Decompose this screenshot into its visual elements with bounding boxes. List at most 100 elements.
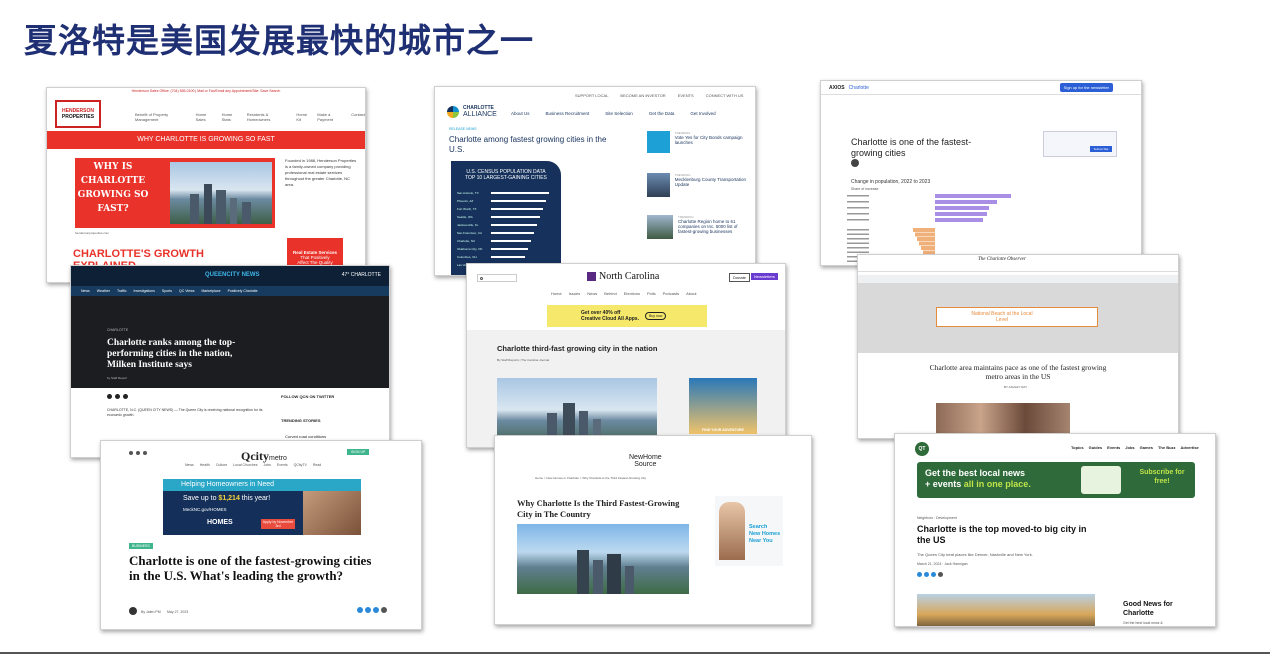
nav-item[interactable]: Advertise xyxy=(1181,445,1199,450)
nav-item[interactable]: News xyxy=(81,289,90,293)
nav-item[interactable]: Polls xyxy=(647,291,656,296)
census-city-label: San Antonio, TX xyxy=(457,191,479,195)
nav-item[interactable]: Events xyxy=(1107,445,1120,450)
nav-item[interactable]: Home Stats xyxy=(222,112,242,122)
facebook-icon[interactable] xyxy=(917,572,922,577)
newhome-side-ad[interactable]: Search New Homes Near You xyxy=(715,496,783,566)
email-icon[interactable] xyxy=(381,607,387,613)
nav-item[interactable]: News xyxy=(587,291,597,296)
nav-item[interactable]: Home Sales xyxy=(196,112,217,122)
nav-item[interactable]: Behind xyxy=(604,291,616,296)
nav-item[interactable]: Business Recruitment xyxy=(546,111,590,116)
linkedin-icon[interactable] xyxy=(931,572,936,577)
nc-donate-button[interactable]: Donate xyxy=(729,273,750,282)
nav-item[interactable]: News xyxy=(185,463,194,467)
qcm-logo[interactable]: Qcitymetro xyxy=(241,445,287,464)
qt-subscribe-banner[interactable]: Get the best local news + events all in … xyxy=(917,462,1195,498)
nav-item[interactable]: Positively Charlotte xyxy=(228,289,258,293)
nav-item[interactable]: Local Churches xyxy=(233,463,257,467)
nc-adobe-ad[interactable]: Get over 40% off Creative Cloud All Apps… xyxy=(547,305,707,327)
nav-item[interactable]: Get the Data xyxy=(649,111,675,116)
facebook-icon[interactable] xyxy=(107,394,112,399)
qcn-trending-item[interactable]: Curved road conditions xyxy=(285,434,326,439)
ad-buy-button[interactable]: Buy now xyxy=(644,312,667,320)
nav-item[interactable]: QC Views xyxy=(179,289,195,293)
twitter-icon[interactable] xyxy=(115,394,120,399)
ad-apply-button[interactable]: Apply by November 3rd xyxy=(261,519,295,529)
nav-item[interactable]: Culture xyxy=(216,463,227,467)
nav-item[interactable]: Podcasts xyxy=(663,291,679,296)
nav-item[interactable]: Issues xyxy=(569,291,581,296)
qt-category[interactable]: Neighbors · Development xyxy=(917,516,957,520)
qcm-homes-ad[interactable]: Helping Homeowners in Need Save up to $1… xyxy=(163,479,361,535)
facebook-icon[interactable] xyxy=(129,451,133,455)
nav-item[interactable]: Elections xyxy=(624,291,640,296)
nav-item[interactable]: Weather xyxy=(97,289,110,293)
nav-item[interactable]: Guides xyxy=(1089,445,1103,450)
nav-item[interactable]: Benefit of Property Management xyxy=(135,112,191,122)
nav-item[interactable]: Games xyxy=(1140,445,1153,450)
nav-item[interactable]: QCityTV xyxy=(294,463,307,467)
newhome-breadcrumb[interactable]: Home > New Homes in Charlotte > Why Char… xyxy=(535,476,646,480)
qcn-logo[interactable]: QUEENCITY NEWS xyxy=(205,272,260,278)
nav-item[interactable]: The Buzz xyxy=(1158,445,1176,450)
email-icon[interactable] xyxy=(123,394,128,399)
qcm-tag[interactable]: BUSINESS xyxy=(129,543,153,549)
newhome-logo[interactable]: NewHome Source xyxy=(629,454,662,468)
topnav-item[interactable]: EVENTS xyxy=(678,93,694,98)
nav-item[interactable]: Sports xyxy=(162,289,172,293)
henderson-logo[interactable]: HENDERSON PROPERTIES xyxy=(55,100,101,128)
qt-logo[interactable]: QT xyxy=(915,442,929,456)
linkedin-icon[interactable] xyxy=(373,607,379,613)
axios-subscribe-button[interactable]: Sign up for the newsletter xyxy=(1059,83,1113,92)
nav-item[interactable]: About xyxy=(686,291,696,296)
topnav-item[interactable]: CONNECT WITH US xyxy=(706,93,744,98)
nav-item[interactable]: Investigations xyxy=(133,289,154,293)
qcn-nav: News Weather Traffic Investigations Spor… xyxy=(71,286,389,296)
nav-item[interactable]: Residents & Homeowners xyxy=(247,112,292,122)
observer-ad[interactable]: National Beach at the Local Level xyxy=(936,307,1098,327)
twitter-icon[interactable] xyxy=(365,607,371,613)
nav-item[interactable]: Jobs xyxy=(1125,445,1134,450)
side-item[interactable]: TRENDING Vote Yes for City Bonds campaign… xyxy=(647,131,751,159)
side-item[interactable]: TRENDING Charlotte Region home to 61 comp… xyxy=(647,215,751,239)
axios-logo[interactable]: AXIOS xyxy=(829,85,845,91)
nav-item[interactable]: Home xyxy=(551,291,562,296)
topnav-item[interactable]: BECOME AN INVESTOR xyxy=(620,93,665,98)
facebook-icon[interactable] xyxy=(357,607,363,613)
alliance-logo[interactable]: CHARLOTTE ALLIANCE xyxy=(447,105,497,118)
axios-signup-button[interactable]: Subscribe xyxy=(1090,146,1112,152)
nav-item[interactable]: Topics xyxy=(1071,445,1084,450)
nav-item[interactable]: Contact xyxy=(351,112,365,122)
qcm-signup-button[interactable]: SIGN UP xyxy=(347,449,370,455)
nav-item[interactable]: Jobs xyxy=(264,463,271,467)
nc-masthead[interactable]: North Carolina xyxy=(587,271,659,282)
banner-line1: Get the best local news xyxy=(925,468,1026,478)
qcn-trending: TRENDING STORIES xyxy=(281,418,321,423)
twitter-icon[interactable] xyxy=(924,572,929,577)
census-city-label: Seattle, WA xyxy=(457,215,473,219)
twitter-icon[interactable] xyxy=(136,451,140,455)
nav-item[interactable]: Get Involved xyxy=(690,111,715,116)
nav-item[interactable]: Make a Payment xyxy=(317,112,346,122)
nc-side-ad[interactable]: FIND YOUR ADVENTURE xyxy=(689,378,757,434)
nav-item[interactable]: Home Kit xyxy=(296,112,312,122)
banner-subscribe-button[interactable]: Subscribe for free! xyxy=(1137,468,1187,486)
observer-masthead[interactable]: The Charlotte Observer xyxy=(978,257,1026,262)
side-title: Vote Yes for City Bonds campaign launche… xyxy=(674,135,743,145)
email-icon[interactable] xyxy=(938,572,943,577)
topnav-item[interactable]: SUPPORT LOCAL xyxy=(575,93,608,98)
nav-item[interactable]: Marketplace xyxy=(202,289,221,293)
ad-line3: this year! xyxy=(241,495,271,502)
nav-item[interactable]: Traffic xyxy=(117,289,127,293)
nav-item[interactable]: Site Selection xyxy=(605,111,633,116)
nc-newsletters-button[interactable]: Newsletters xyxy=(751,273,778,280)
nav-item[interactable]: About Us xyxy=(511,111,530,116)
nav-item[interactable]: Events xyxy=(277,463,288,467)
nav-item[interactable]: Health xyxy=(200,463,210,467)
henderson-banner: WHY CHARLOTTE IS GROWING SO FAST xyxy=(47,131,365,149)
nc-search-input[interactable] xyxy=(477,274,517,282)
nav-item[interactable]: Read xyxy=(313,463,321,467)
side-item[interactable]: TRENDING Mecklenburg County Transportatio… xyxy=(647,173,751,201)
instagram-icon[interactable] xyxy=(143,451,147,455)
